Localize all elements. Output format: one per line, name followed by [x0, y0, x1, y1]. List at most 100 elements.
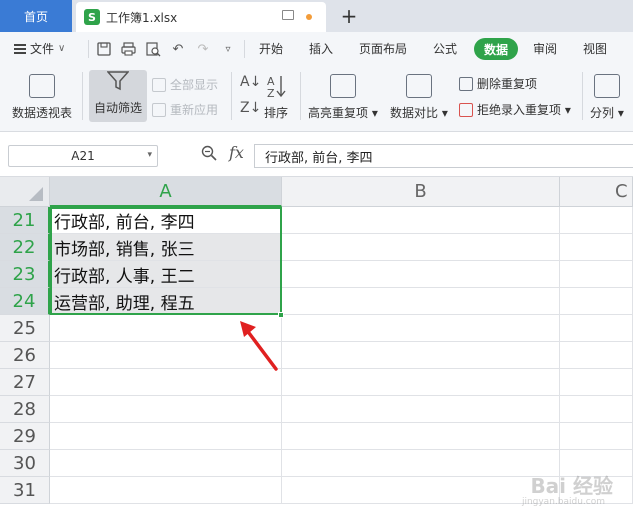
document-name: 工作簿1.xlsx: [106, 10, 178, 25]
unsaved-dot-icon: [306, 14, 312, 20]
highlight-duplicates-label: 高亮重复项 ▾: [308, 106, 378, 120]
cell-b22[interactable]: [282, 234, 560, 261]
menu-home[interactable]: 开始: [259, 40, 283, 57]
cell-b26[interactable]: [282, 342, 560, 369]
row-header-29[interactable]: 29: [0, 423, 50, 450]
cell-a24[interactable]: 运营部, 助理, 程五: [50, 288, 282, 315]
cell-a23[interactable]: 行政部, 人事, 王二: [50, 261, 282, 288]
cell-b24[interactable]: [282, 288, 560, 315]
sort-button[interactable]: AZ 排序: [264, 74, 288, 121]
chevron-down-icon[interactable]: ▾: [147, 150, 152, 160]
redo-icon[interactable]: ↷: [195, 41, 211, 57]
customize-toolbar-icon[interactable]: ▿: [220, 41, 236, 57]
menu-view[interactable]: 视图: [583, 40, 607, 57]
cell-c21[interactable]: [560, 207, 633, 234]
name-box[interactable]: A21 ▾: [8, 145, 158, 167]
menu-formulas[interactable]: 公式: [433, 40, 457, 57]
menu-review[interactable]: 审阅: [533, 40, 557, 57]
cell-a30[interactable]: [50, 450, 282, 477]
row-header-28[interactable]: 28: [0, 396, 50, 423]
divider: [244, 40, 245, 58]
row-header-25[interactable]: 25: [0, 315, 50, 342]
cell-c28[interactable]: [560, 396, 633, 423]
cell-c27[interactable]: [560, 369, 633, 396]
row-header-26[interactable]: 26: [0, 342, 50, 369]
pivot-table-label: 数据透视表: [12, 106, 73, 120]
divider: [300, 72, 301, 120]
reapply-button[interactable]: 重新应用: [152, 101, 218, 118]
cell-b31[interactable]: [282, 477, 560, 504]
select-all-corner[interactable]: [0, 177, 50, 207]
show-all-button[interactable]: 全部显示: [152, 76, 218, 93]
cell-a22[interactable]: 市场部, 销售, 张三: [50, 234, 282, 261]
auto-filter-button[interactable]: 自动筛选: [89, 70, 147, 122]
print-icon[interactable]: [120, 41, 136, 57]
pivot-table-icon: [29, 74, 55, 98]
column-header-b[interactable]: B: [282, 177, 560, 207]
data-compare-icon: [405, 74, 432, 98]
cell-c25[interactable]: [560, 315, 633, 342]
split-column-button[interactable]: 分列 ▾: [590, 74, 624, 121]
row-header-30[interactable]: 30: [0, 450, 50, 477]
print-preview-icon[interactable]: [145, 41, 161, 57]
tab-home[interactable]: 首页: [0, 0, 72, 32]
data-compare-button[interactable]: 数据对比 ▾: [390, 74, 448, 121]
formula-bar: A21 ▾ fx 行政部, 前台, 李四: [0, 132, 633, 177]
fill-handle[interactable]: [278, 312, 284, 318]
red-arrow-annotation: [240, 321, 278, 371]
add-tab-button[interactable]: +: [338, 4, 360, 28]
reject-duplicates-button[interactable]: 拒绝录入重复项 ▾: [459, 101, 571, 118]
cell-a27[interactable]: [50, 369, 282, 396]
select-all-icon: [29, 187, 43, 201]
cell-b29[interactable]: [282, 423, 560, 450]
tab-document[interactable]: S 工作簿1.xlsx: [76, 2, 326, 32]
cell-a31[interactable]: [50, 477, 282, 504]
cell-b27[interactable]: [282, 369, 560, 396]
sort-label: 排序: [264, 106, 289, 120]
sort-descending-button[interactable]: Z↓: [240, 100, 261, 116]
row-header-23[interactable]: 23: [0, 261, 50, 288]
menu-data[interactable]: 数据: [474, 38, 518, 60]
undo-icon[interactable]: ↶: [170, 41, 186, 57]
cell-c23[interactable]: [560, 261, 633, 288]
remove-duplicates-button[interactable]: 删除重复项: [459, 75, 537, 92]
remove-duplicates-label: 删除重复项: [477, 77, 538, 91]
reject-duplicates-icon: [459, 102, 473, 117]
cell-a28[interactable]: [50, 396, 282, 423]
cell-c29[interactable]: [560, 423, 633, 450]
divider: [88, 40, 89, 58]
column-header-c[interactable]: C: [560, 177, 633, 207]
row-header-24[interactable]: 24: [0, 288, 50, 315]
spreadsheet-icon: S: [84, 9, 100, 25]
cell-b30[interactable]: [282, 450, 560, 477]
cell-c26[interactable]: [560, 342, 633, 369]
cell-a21[interactable]: 行政部, 前台, 李四: [50, 207, 282, 234]
auto-filter-label: 自动筛选: [93, 101, 142, 115]
cell-b25[interactable]: [282, 315, 560, 342]
formula-input[interactable]: 行政部, 前台, 李四: [254, 144, 633, 168]
cell-a29[interactable]: [50, 423, 282, 450]
cell-b23[interactable]: [282, 261, 560, 288]
column-header-a[interactable]: A: [50, 177, 282, 207]
save-icon[interactable]: [96, 41, 112, 57]
cell-c22[interactable]: [560, 234, 633, 261]
zoom-icon[interactable]: [201, 145, 217, 165]
row-header-22[interactable]: 22: [0, 234, 50, 261]
pivot-table-button[interactable]: 数据透视表: [12, 74, 72, 121]
highlight-duplicates-button[interactable]: 高亮重复项 ▾: [308, 74, 378, 121]
fx-icon[interactable]: fx: [229, 143, 244, 162]
highlight-duplicates-icon: [329, 74, 356, 98]
cell-b21[interactable]: [282, 207, 560, 234]
row-header-27[interactable]: 27: [0, 369, 50, 396]
menu-insert[interactable]: 插入: [309, 40, 333, 57]
row-header-31[interactable]: 31: [0, 477, 50, 504]
name-box-value: A21: [71, 149, 95, 163]
row-header-21[interactable]: 21: [0, 207, 50, 234]
sort-ascending-button[interactable]: A↓: [240, 74, 261, 90]
menu-bar: 文件 ∨ ↶ ↷ ▿ 开始 插入 页面布局 公式 数据 审阅 视图: [0, 32, 633, 66]
menu-page-layout[interactable]: 页面布局: [359, 40, 407, 57]
cell-c24[interactable]: [560, 288, 633, 315]
cell-b28[interactable]: [282, 396, 560, 423]
monitor-icon[interactable]: [282, 10, 294, 20]
file-menu[interactable]: 文件 ∨: [14, 40, 65, 57]
